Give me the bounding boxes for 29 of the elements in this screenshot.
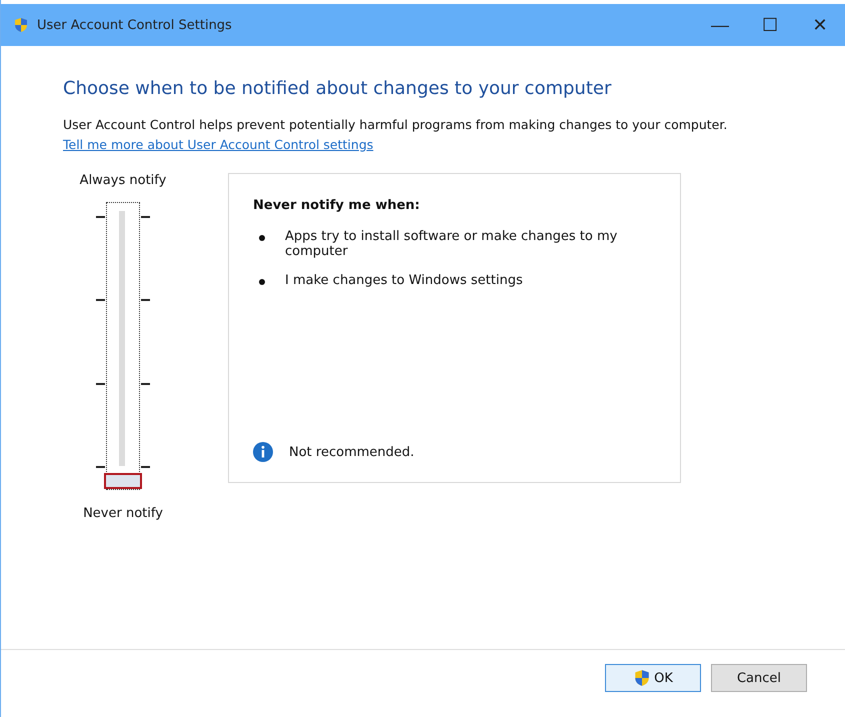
tick-mark: [141, 466, 150, 468]
cancel-button[interactable]: Cancel: [711, 664, 807, 692]
bullet-text: I make changes to Windows settings: [285, 273, 523, 288]
slider-thumb[interactable]: [104, 473, 142, 489]
tick-mark: [141, 299, 150, 302]
ok-button[interactable]: OK: [605, 664, 701, 692]
panel-title: Never notify me when:: [253, 198, 421, 213]
maximize-button[interactable]: ☐: [745, 4, 795, 46]
page-heading: Choose when to be notified about changes to your computer: [63, 78, 612, 99]
tick-mark: [96, 466, 105, 468]
tick-mark: [141, 382, 150, 385]
info-icon: [253, 442, 273, 462]
note-text: Not recommended.: [289, 444, 414, 460]
bottom-label: Never notify: [83, 506, 163, 521]
shield-icon: [633, 669, 652, 687]
close-button[interactable]: ✕: [795, 4, 845, 46]
window-title: User Account Control Settings: [37, 18, 232, 32]
bullet-icon: [259, 279, 265, 285]
description-text: User Account Control helps prevent potentially harmful programs from making changes to your computer.: [63, 117, 728, 132]
bullet-icon: [259, 235, 265, 241]
tick-mark: [96, 299, 105, 302]
minimize-button[interactable]: —: [695, 4, 745, 46]
tick-mark: [96, 216, 105, 218]
bullet-text: Apps try to install software or make changes to my computer: [285, 229, 618, 259]
top-label: Always notify: [80, 173, 166, 188]
tick-mark: [96, 382, 105, 385]
shield-icon: [13, 17, 29, 33]
help-link[interactable]: Tell me more about User Account Control settings: [63, 137, 374, 152]
tick-mark: [141, 216, 150, 218]
